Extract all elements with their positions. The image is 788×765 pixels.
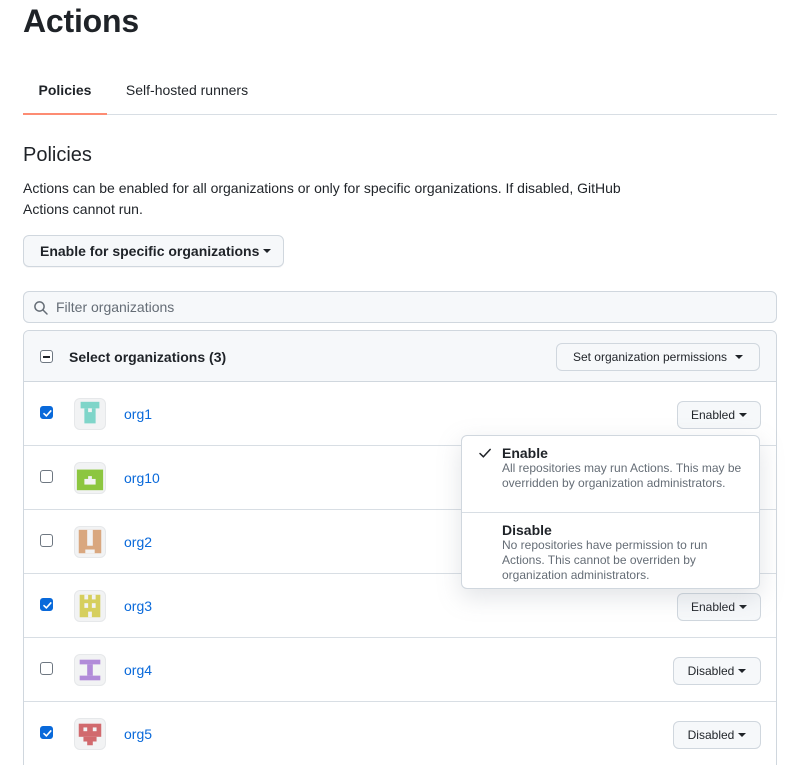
org-name-link[interactable]: org3 (124, 597, 152, 615)
identicon-icon (78, 723, 102, 746)
org-status-label: Enabled (690, 408, 736, 422)
identicon-icon (80, 401, 100, 424)
enable-button-label: Enable for specific organizations (40, 243, 260, 259)
policies-heading: Policies (23, 144, 92, 166)
caret-down-icon (263, 249, 272, 254)
org-avatar (74, 654, 106, 686)
search-icon (34, 301, 48, 315)
org-status-dropdown[interactable]: Disabled (673, 657, 761, 685)
identicon-icon (79, 659, 101, 681)
identicon-icon (79, 594, 101, 618)
set-organization-permissions-button[interactable]: Set organization permissions (556, 343, 760, 371)
org-avatar (74, 590, 106, 622)
organization-row: org4 Disabled (24, 638, 776, 702)
page-title: Actions (23, 3, 139, 39)
select-all-checkbox[interactable] (40, 350, 53, 363)
enable-organizations-dropdown-button[interactable]: Enable for specific organizations (23, 235, 284, 267)
org-name-link[interactable]: org1 (124, 405, 152, 423)
org-checkbox[interactable] (40, 726, 53, 739)
caret-down-icon (739, 412, 748, 417)
caret-down-icon (738, 668, 747, 673)
organization-list-header: Select organizations (3) Set organizatio… (24, 331, 776, 382)
org-checkbox[interactable] (40, 534, 53, 547)
tab-bar: Policies Self-hosted runners (23, 66, 777, 115)
menu-item-disable[interactable]: Disable No repositories have permission … (462, 513, 759, 589)
org-status-dropdown[interactable]: Enabled (677, 593, 761, 621)
org-checkbox[interactable] (40, 662, 53, 675)
caret-down-icon (735, 354, 744, 359)
menu-item-description: All repositories may run Actions. This m… (502, 461, 742, 490)
identicon-icon (78, 529, 102, 554)
check-icon (479, 448, 491, 458)
org-status-dropdown[interactable]: Disabled (673, 721, 761, 749)
policies-description: Actions can be enabled for all organizat… (23, 180, 621, 217)
org-status-label: Disabled (687, 664, 735, 678)
status-dropdown-menu: Enable All repositories may run Actions.… (461, 435, 760, 589)
checkmark-icon (43, 602, 52, 609)
permissions-button-label: Set organization permissions (572, 350, 728, 364)
selected-organizations-count: Select organizations (3) (69, 349, 227, 365)
org-checkbox[interactable] (40, 470, 53, 483)
org-name-link[interactable]: org2 (124, 533, 152, 551)
menu-item-title: Enable (502, 445, 548, 461)
org-name-link[interactable]: org4 (124, 661, 152, 679)
caret-down-icon (739, 604, 748, 609)
org-checkbox[interactable] (40, 406, 53, 419)
org-avatar (74, 398, 106, 430)
org-status-label: Disabled (687, 728, 735, 742)
filter-organizations (23, 291, 777, 323)
checkmark-icon (43, 410, 52, 417)
organization-row: org5 Disabled (24, 702, 776, 765)
checkmark-icon (43, 730, 52, 737)
org-avatar (74, 462, 106, 494)
caret-down-icon (738, 732, 747, 737)
menu-item-title: Disable (502, 522, 552, 538)
tab-self-hosted-runners[interactable]: Self-hosted runners (123, 66, 251, 115)
org-checkbox[interactable] (40, 598, 53, 611)
org-name-link[interactable]: org10 (124, 469, 160, 487)
identicon-icon (76, 469, 104, 491)
tab-policies[interactable]: Policies (23, 66, 107, 115)
org-name-link[interactable]: org5 (124, 725, 152, 743)
org-status-label: Enabled (690, 600, 736, 614)
org-avatar (74, 526, 106, 558)
menu-item-enable[interactable]: Enable All repositories may run Actions.… (462, 436, 759, 513)
org-status-dropdown[interactable]: Enabled (677, 401, 761, 429)
filter-organizations-input[interactable] (56, 292, 756, 322)
menu-item-description: No repositories have permission to run A… (502, 538, 708, 582)
org-avatar (74, 718, 106, 750)
